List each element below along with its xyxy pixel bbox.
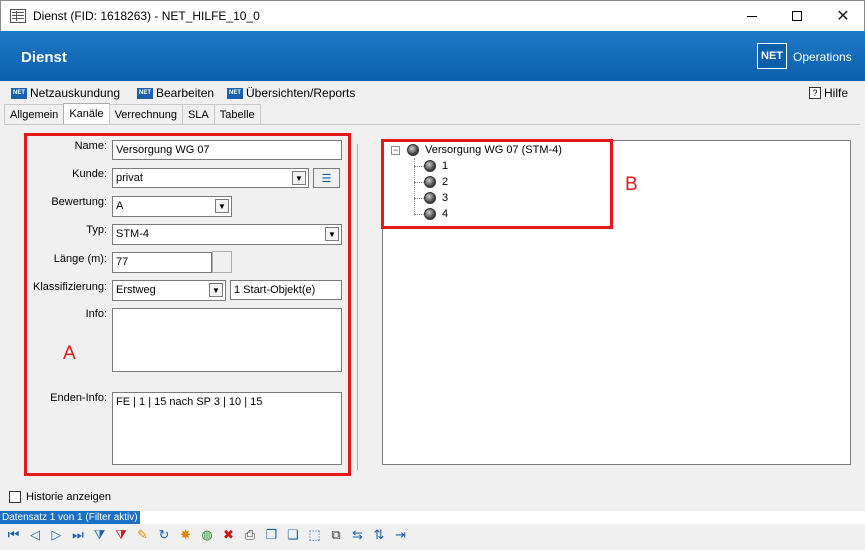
maximize-button[interactable] [774,1,820,31]
duplicate-icon[interactable]: ❏ [284,526,303,544]
menu-uebersichten-reports[interactable]: NET Übersichten/Reports [227,85,355,101]
delete-icon[interactable]: ✖ [219,526,238,544]
title-bar: Dienst (FID: 1618263) - NET_HILFE_10_0 ✕ [0,0,865,31]
web-icon[interactable]: ◍ [198,526,217,544]
net-logo: NET [757,43,787,69]
close-icon: ✕ [836,8,850,25]
new-icon[interactable]: ✸ [176,526,195,544]
minimize-icon [747,15,757,17]
copy-icon[interactable]: ❐ [262,526,281,544]
history-label: Historie anzeigen [26,491,111,503]
annotation-box-b [381,139,613,229]
record-status: Datensatz 1 von 1 (Filter aktiv) [0,511,140,524]
app-header: Dienst NET Operations [0,31,865,81]
filter-add-icon[interactable]: ⧩ [90,526,109,544]
app-icon [10,9,26,23]
brand-name: Operations [793,50,852,64]
menu-label: Übersichten/Reports [246,86,356,100]
status-bar: Datensatz 1 von 1 (Filter aktiv) [0,511,865,524]
menu-netzauskundung[interactable]: NET Netzauskundung [11,85,120,101]
minimize-button[interactable] [729,1,775,31]
menu-label: Netzauskundung [30,86,121,100]
tab-verrechnung[interactable]: Verrechnung [108,104,183,124]
exit-icon[interactable]: ⇥ [391,526,410,544]
history-checkbox[interactable] [9,491,21,503]
net-icon: NET [11,87,27,99]
annotation-label-a: A [63,343,76,364]
close-button[interactable]: ✕ [820,1,865,31]
first-icon[interactable]: ⏮ [4,526,23,544]
tab-strip: Allgemein Kanäle Verrechnung SLA Tabelle [4,103,261,124]
transfer-icon[interactable]: ⇆ [348,526,367,544]
tab-sla[interactable]: SLA [181,104,215,124]
maximize-icon [792,11,802,21]
print-icon[interactable]: ⎙ [241,526,260,544]
prev-icon[interactable]: ◁ [26,526,45,544]
record-toolbar: ⏮ ◁ ▷ ⏭ ⧩ ⧩ ✎ ↻ ✸ ◍ ✖ ⎙ ❐ ❏ ⬚ ⧉ ⇆ ⇅ ⇥ [4,525,413,545]
last-icon[interactable]: ⏭ [69,526,88,544]
panel-divider [357,144,358,470]
tab-tabelle[interactable]: Tabelle [213,104,261,124]
edit-icon[interactable]: ✎ [133,526,152,544]
history-toggle[interactable]: Historie anzeigen [9,491,111,503]
select-icon[interactable]: ⬚ [305,526,324,544]
help-label: Hilfe [824,86,849,100]
tab-allgemein[interactable]: Allgemein [4,104,65,124]
filter-remove-icon[interactable]: ⧩ [112,526,131,544]
net-icon: NET [137,87,153,99]
help-menu[interactable]: ? Hilfe [809,86,848,100]
help-icon: ? [809,87,821,99]
refresh-icon[interactable]: ↻ [155,526,174,544]
next-icon[interactable]: ▷ [47,526,66,544]
page-title: Dienst [21,49,67,66]
net-icon: NET [227,87,243,99]
tab-kanaele[interactable]: Kanäle [63,103,110,124]
settings-icon[interactable]: ⇅ [370,526,389,544]
window-title: Dienst (FID: 1618263) - NET_HILFE_10_0 [33,9,260,23]
menu-bearbeiten[interactable]: NET Bearbeiten [137,85,214,101]
annotation-box-a [24,133,351,476]
menu-label: Bearbeiten [156,86,215,100]
annotation-label-b: B [625,174,638,195]
link-icon[interactable]: ⧉ [327,526,346,544]
menu-bar: NET Netzauskundung NET Bearbeiten NET Üb… [0,81,865,103]
